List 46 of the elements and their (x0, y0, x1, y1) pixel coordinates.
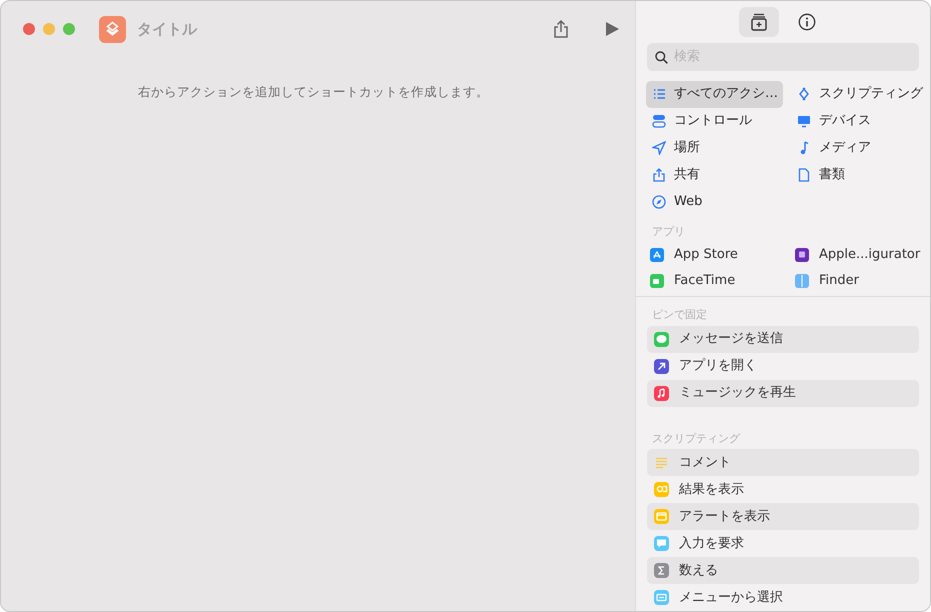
section-heading: スクリプティング (652, 430, 742, 446)
app-icon (99, 16, 126, 42)
document-icon (797, 168, 811, 182)
monitor-icon (797, 114, 811, 128)
app-store-icon (650, 248, 664, 262)
action-item[interactable]: 結果を表示 (647, 476, 919, 503)
section-heading: アプリ (652, 224, 686, 240)
action-item[interactable]: アラートを表示 (647, 503, 919, 530)
category-item[interactable]: 共有 (646, 162, 783, 188)
action-item[interactable]: コメント (647, 449, 919, 476)
action-item[interactable]: アプリを開く (647, 352, 919, 380)
app-item[interactable]: Apple...igurator (795, 242, 920, 268)
app-item[interactable]: App Store (650, 242, 787, 268)
library-tab[interactable] (739, 6, 779, 37)
action-item[interactable]: 数える (647, 557, 919, 584)
window-title: タイトル (137, 18, 197, 40)
category-item[interactable]: すべてのアクシ… (646, 80, 783, 108)
category-item[interactable]: デバイス (791, 108, 929, 134)
category-item[interactable]: スクリプティング (791, 80, 929, 108)
close-button[interactable] (23, 23, 35, 35)
script-icon (797, 87, 811, 101)
share-icon (652, 168, 666, 182)
category-item[interactable]: 書類 (791, 162, 929, 188)
category-item[interactable]: Web (646, 188, 783, 216)
toggle-icon (652, 114, 666, 128)
finder-icon (795, 274, 809, 288)
facetime-icon (650, 274, 664, 288)
category-item[interactable]: 場所 (646, 134, 783, 162)
compass-icon (652, 195, 666, 209)
info-icon (798, 12, 816, 31)
section-heading: ピンで固定 (652, 307, 708, 323)
configurator-icon (795, 248, 809, 262)
action-item[interactable]: メッセージを送信 (647, 326, 919, 352)
category-item[interactable]: コントロール (646, 108, 783, 134)
library-icon (750, 12, 768, 31)
action-item[interactable]: ミュージックを再生 (647, 380, 919, 406)
empty-message: 右からアクションを追加してショートカットを作成します。 (138, 84, 489, 99)
app-item[interactable]: Finder (795, 268, 920, 294)
location-arrow-icon (652, 141, 666, 155)
action-item[interactable]: 入力を要求 (647, 530, 919, 557)
category-item[interactable]: メディア (791, 134, 929, 162)
play-icon[interactable] (603, 19, 621, 39)
list-icon (652, 87, 666, 101)
app-item[interactable]: FaceTime (650, 268, 787, 294)
search-icon (655, 50, 668, 64)
action-item[interactable]: メニューから選択 (647, 584, 919, 611)
